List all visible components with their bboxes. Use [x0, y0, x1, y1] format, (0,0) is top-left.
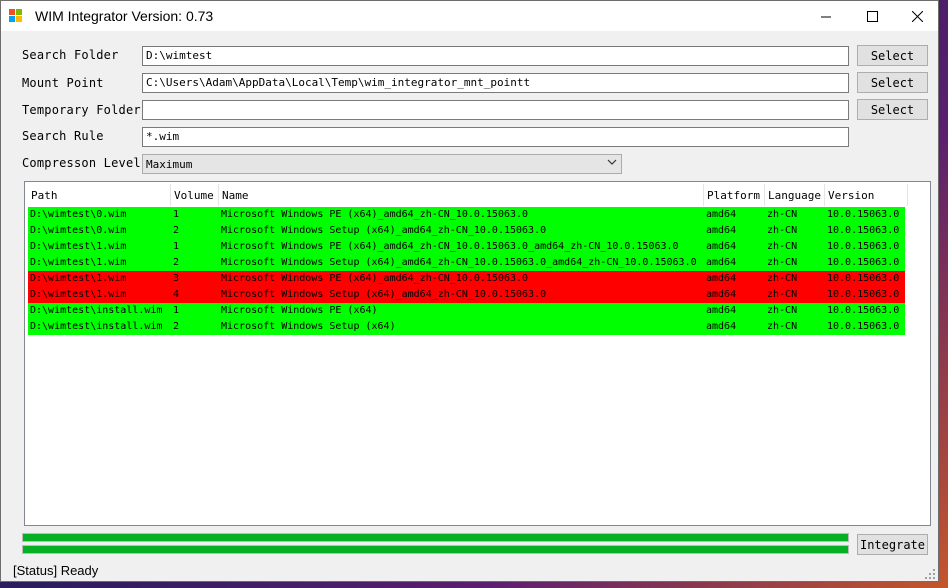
status-text: [Status] Ready — [13, 563, 99, 578]
cell-language: zh-CN — [767, 241, 798, 252]
compression-level-label: Compresson Level — [22, 156, 141, 170]
title-bar[interactable]: WIM Integrator Version: 0.73 — [1, 1, 938, 31]
close-icon — [911, 10, 923, 22]
cell-name: Microsoft Windows PE (x64)_amd64_zh-CN_1… — [221, 241, 679, 252]
table-row[interactable]: D:\wimtest\1.wim 4 Microsoft Windows Setup… — [28, 287, 905, 303]
search-rule-label: Search Rule — [22, 129, 104, 143]
progress-fill-1 — [23, 534, 848, 541]
temporary-folder-select-button[interactable]: Select — [857, 99, 928, 120]
cell-volume: 2 — [173, 257, 180, 268]
cell-name: Microsoft Windows PE (x64)_amd64_zh-CN_1… — [221, 209, 529, 220]
header-col-volume[interactable]: Volume — [171, 184, 219, 206]
app-icon — [9, 9, 23, 23]
table-row[interactable]: D:\wimtest\1.wim 3 Microsoft Windows PE (x… — [28, 271, 905, 287]
cell-volume: 2 — [173, 225, 180, 236]
cell-language: zh-CN — [767, 321, 798, 332]
compression-level-value: Maximum — [146, 158, 193, 171]
integrate-button[interactable]: Integrate — [857, 534, 928, 555]
progress-fill-2 — [23, 546, 848, 553]
mount-point-select-button[interactable]: Select — [857, 72, 928, 93]
compression-level-select[interactable]: Maximum — [142, 154, 622, 174]
cell-language: zh-CN — [767, 225, 798, 236]
cell-name: Microsoft Windows Setup (x64)_amd64_zh-C… — [221, 225, 547, 236]
table-row[interactable]: D:\wimtest\1.wim 1 Microsoft Windows PE (x… — [28, 239, 905, 255]
cell-platform: amd64 — [706, 289, 737, 300]
list-body: D:\wimtest\0.wim 1 Microsoft Windows PE (x… — [28, 207, 905, 335]
search-folder-label: Search Folder — [22, 48, 119, 62]
close-button[interactable] — [894, 1, 940, 31]
cell-volume: 1 — [173, 209, 180, 220]
cell-name: Microsoft Windows PE (x64) — [221, 305, 378, 316]
cell-volume: 4 — [173, 289, 180, 300]
cell-language: zh-CN — [767, 209, 798, 220]
header-col-version[interactable]: Version — [825, 184, 908, 206]
resize-grip-icon[interactable] — [925, 569, 935, 579]
cell-version: 10.0.15063.0 — [827, 225, 900, 236]
cell-path: D:\wimtest\1.wim — [30, 289, 127, 300]
cell-platform: amd64 — [706, 321, 737, 332]
status-bar: [Status] Ready — [1, 561, 938, 582]
cell-name: Microsoft Windows Setup (x64)_amd64_zh-C… — [221, 289, 547, 300]
cell-volume: 1 — [173, 241, 180, 252]
cell-platform: amd64 — [706, 273, 737, 284]
search-folder-select-button[interactable]: Select — [857, 45, 928, 66]
cell-path: D:\wimtest\0.wim — [30, 209, 127, 220]
list-header: Path Volume Name Platform Language Version — [28, 184, 908, 206]
maximize-icon — [866, 10, 878, 22]
header-col-language[interactable]: Language — [765, 184, 825, 206]
cell-platform: amd64 — [706, 257, 737, 268]
table-row[interactable]: D:\wimtest\0.wim 1 Microsoft Windows PE (x… — [28, 207, 905, 223]
cell-language: zh-CN — [767, 305, 798, 316]
cell-version: 10.0.15063.0 — [827, 241, 900, 252]
cell-path: D:\wimtest\install.wim — [30, 305, 163, 316]
temporary-folder-input[interactable] — [142, 100, 849, 120]
cell-version: 10.0.15063.0 — [827, 305, 900, 316]
cell-version: 10.0.15063.0 — [827, 273, 900, 284]
maximize-button[interactable] — [849, 1, 895, 31]
cell-name: Microsoft Windows Setup (x64) — [221, 321, 396, 332]
minimize-icon — [820, 16, 831, 17]
table-row[interactable]: D:\wimtest\install.wim 2 Microsoft Windows… — [28, 319, 905, 335]
main-window: WIM Integrator Version: 0.73 Search Fold… — [0, 0, 939, 582]
cell-path: D:\wimtest\1.wim — [30, 257, 127, 268]
mount-point-label: Mount Point — [22, 76, 104, 90]
cell-path: D:\wimtest\1.wim — [30, 273, 127, 284]
cell-volume: 3 — [173, 273, 180, 284]
cell-platform: amd64 — [706, 305, 737, 316]
cell-platform: amd64 — [706, 225, 737, 236]
header-col-platform[interactable]: Platform — [704, 184, 765, 206]
cell-language: zh-CN — [767, 273, 798, 284]
chevron-down-icon — [607, 157, 617, 170]
table-row[interactable]: D:\wimtest\0.wim 2 Microsoft Windows Setup… — [28, 223, 905, 239]
search-rule-input[interactable]: *.wim — [142, 127, 849, 147]
wim-list-view[interactable]: Path Volume Name Platform Language Version D:… — [24, 181, 931, 526]
cell-name: Microsoft Windows Setup (x64)_amd64_zh-C… — [221, 257, 697, 268]
cell-path: D:\wimtest\1.wim — [30, 241, 127, 252]
search-folder-input[interactable]: D:\wimtest — [142, 46, 849, 66]
progress-bar-2 — [22, 545, 849, 554]
table-row[interactable]: D:\wimtest\install.wim 1 Microsoft Windows… — [28, 303, 905, 319]
cell-version: 10.0.15063.0 — [827, 257, 900, 268]
cell-volume: 1 — [173, 305, 180, 316]
cell-platform: amd64 — [706, 209, 737, 220]
cell-version: 10.0.15063.0 — [827, 209, 900, 220]
table-row[interactable]: D:\wimtest\1.wim 2 Microsoft Windows Setup… — [28, 255, 905, 271]
mount-point-input[interactable]: C:\Users\Adam\AppData\Local\Temp\wim_int… — [142, 73, 849, 93]
progress-bar-1 — [22, 533, 849, 542]
header-col-path[interactable]: Path — [28, 184, 171, 206]
cell-language: zh-CN — [767, 289, 798, 300]
cell-volume: 2 — [173, 321, 180, 332]
temporary-folder-label: Temporary Folder — [22, 103, 141, 117]
cell-language: zh-CN — [767, 257, 798, 268]
cell-path: D:\wimtest\install.wim — [30, 321, 163, 332]
header-col-name[interactable]: Name — [219, 184, 704, 206]
cell-version: 10.0.15063.0 — [827, 289, 900, 300]
cell-version: 10.0.15063.0 — [827, 321, 900, 332]
window-title: WIM Integrator Version: 0.73 — [35, 8, 214, 24]
cell-platform: amd64 — [706, 241, 737, 252]
minimize-button[interactable] — [803, 1, 849, 31]
cell-name: Microsoft Windows PE (x64)_amd64_zh-CN_1… — [221, 273, 529, 284]
cell-path: D:\wimtest\0.wim — [30, 225, 127, 236]
